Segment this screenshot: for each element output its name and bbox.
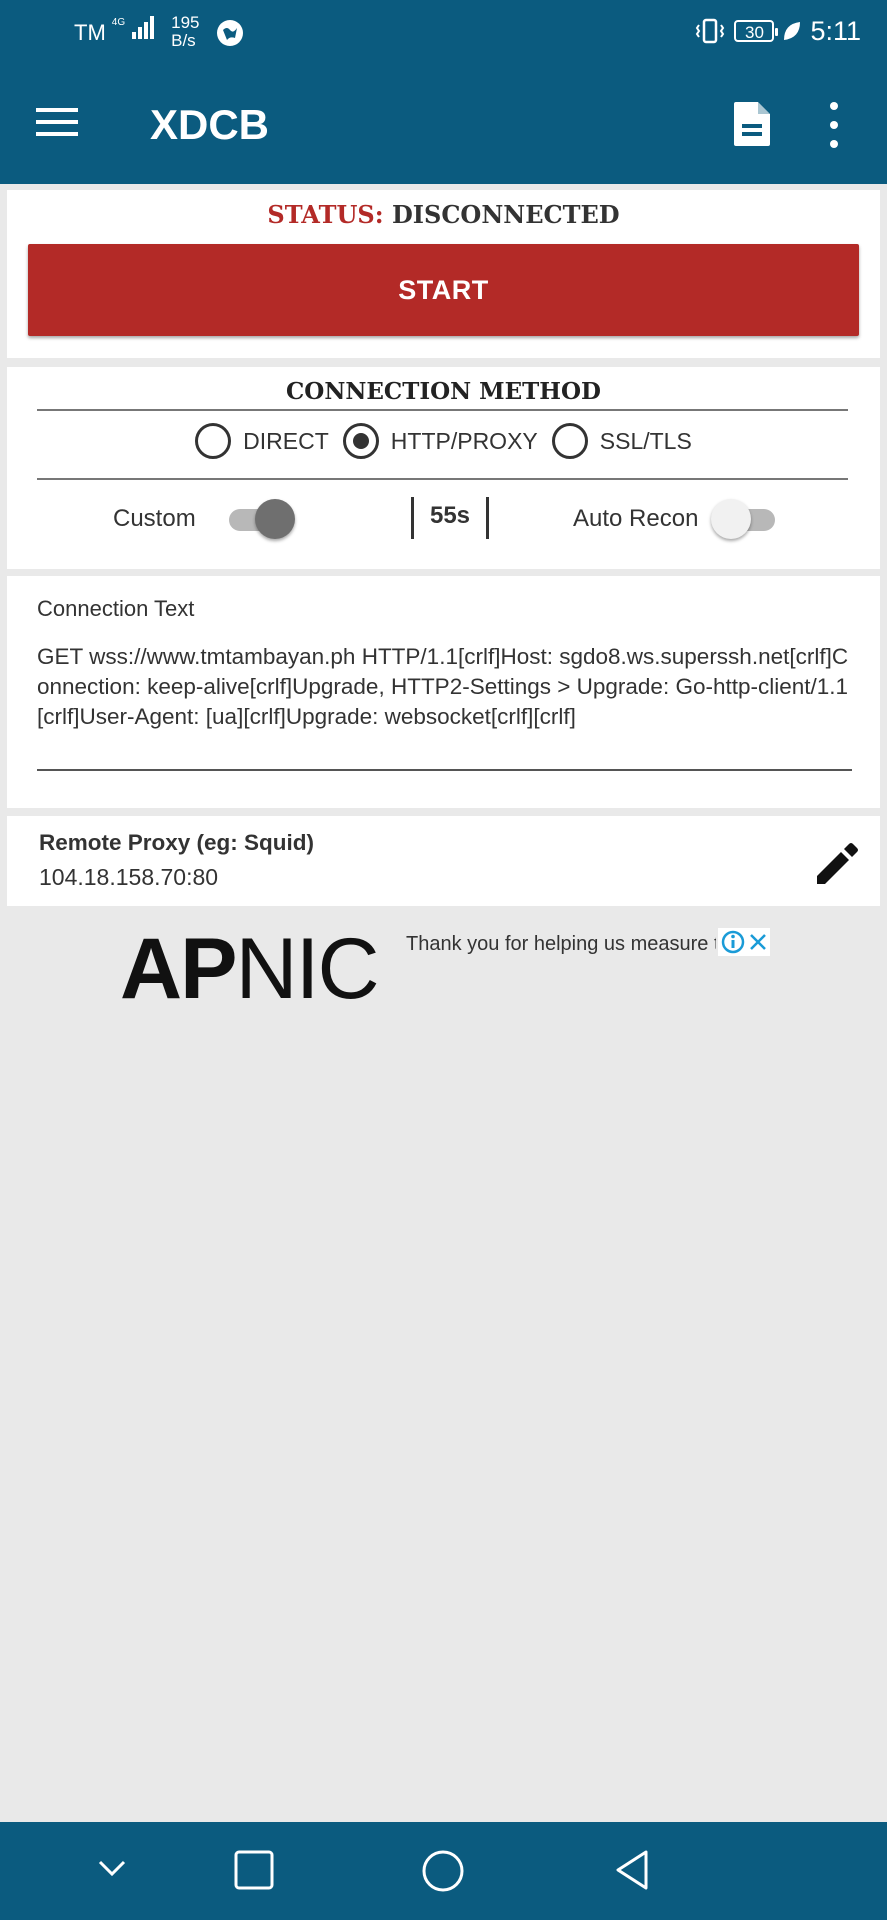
battery-indicator: 30	[734, 20, 779, 42]
radio-direct[interactable]: DIRECT	[195, 423, 329, 459]
divider	[37, 409, 848, 411]
status-value: DISCONNECTED	[391, 200, 620, 229]
edit-pencil-icon[interactable]	[811, 838, 861, 888]
auto-recon-toggle[interactable]	[711, 497, 781, 541]
radio-circle-icon	[195, 423, 232, 459]
ad-logo-thin: NIC	[235, 921, 379, 1017]
ad-text: Thank you for helping us measure the Int…	[406, 933, 716, 955]
system-status-bar: TM 4G 195 B/s 30 5:11	[0, 0, 887, 62]
speed-value: 195	[171, 13, 200, 32]
speed-unit: B/s	[171, 31, 196, 50]
status-card: STATUS: DISCONNECTED START	[7, 190, 880, 358]
status-right: 30 5:11	[694, 16, 861, 46]
remote-proxy-label: Remote Proxy (eg: Squid)	[39, 830, 315, 855]
home-circle-icon[interactable]	[420, 1848, 466, 1894]
auto-recon-label: Auto Recon	[573, 505, 699, 532]
remote-proxy-value: 104.18.158.70:80	[39, 864, 219, 890]
connection-text-card: Connection Text GET wss://www.tmtambayan…	[7, 576, 880, 808]
ad-close-icon[interactable]	[747, 931, 769, 953]
ad-info-icon[interactable]	[720, 929, 746, 955]
signal-icon	[132, 16, 155, 39]
connection-method-title: CONNECTION METHOD	[286, 378, 601, 405]
connection-method-options: DIRECT HTTP/PROXY SSL/TLS	[7, 423, 880, 459]
remote-proxy-card[interactable]: Remote Proxy (eg: Squid) 104.18.158.70:8…	[7, 816, 880, 906]
vibrate-icon	[696, 18, 725, 44]
ad-banner[interactable]: APNIC Thank you for helping us measure t…	[120, 924, 776, 1012]
custom-toggle[interactable]	[225, 497, 295, 541]
custom-label: Custom	[113, 505, 196, 532]
connection-status: STATUS: DISCONNECTED	[7, 198, 880, 232]
radio-label-http-proxy: HTTP/PROXY	[390, 427, 538, 454]
network-type: 4G	[111, 17, 126, 28]
ad-choices[interactable]	[718, 928, 770, 956]
network-speed: 195 B/s	[171, 14, 199, 50]
radio-checked-icon	[342, 423, 379, 459]
radio-label-ssl-tls: SSL/TLS	[599, 427, 692, 454]
leaf-icon	[784, 22, 801, 40]
connection-text-field[interactable]: GET wss://www.tmtambayan.ph HTTP/1.1[crl…	[37, 642, 852, 732]
vpn-globe-icon	[217, 20, 244, 46]
options-row: Custom 55s Auto Recon	[7, 497, 880, 541]
back-triangle-icon[interactable]	[610, 1848, 654, 1892]
radio-ssl-tls[interactable]: SSL/TLS	[551, 423, 692, 459]
ad-logo-bold: AP	[120, 921, 237, 1017]
radio-http-proxy[interactable]: HTTP/PROXY	[342, 423, 538, 459]
radio-label-direct: DIRECT	[243, 427, 329, 454]
start-button[interactable]: START	[28, 244, 859, 336]
input-underline	[37, 769, 852, 771]
app-title: XDCB	[150, 101, 270, 148]
ad-logo: APNIC	[120, 926, 380, 1012]
connection-method-card: CONNECTION METHOD DIRECT HTTP/PROXY SSL/…	[7, 367, 880, 569]
system-navigation-bar	[0, 1822, 887, 1920]
carrier-name: TM	[74, 20, 106, 45]
recents-square-icon[interactable]	[232, 1848, 276, 1892]
app-bar: XDCB	[0, 62, 887, 184]
radio-circle-icon	[551, 423, 588, 459]
status-label: STATUS:	[267, 200, 384, 229]
divider	[37, 478, 848, 480]
more-vert-icon[interactable]	[826, 102, 842, 148]
status-left: TM 4G 195 B/s	[74, 14, 245, 50]
chevron-down-icon[interactable]	[92, 1848, 132, 1888]
document-icon[interactable]	[732, 100, 772, 148]
menu-icon[interactable]	[36, 108, 78, 140]
clock: 5:11	[810, 16, 861, 46]
connection-text-label: Connection Text	[37, 596, 195, 621]
timer-value: 55s	[411, 497, 489, 539]
